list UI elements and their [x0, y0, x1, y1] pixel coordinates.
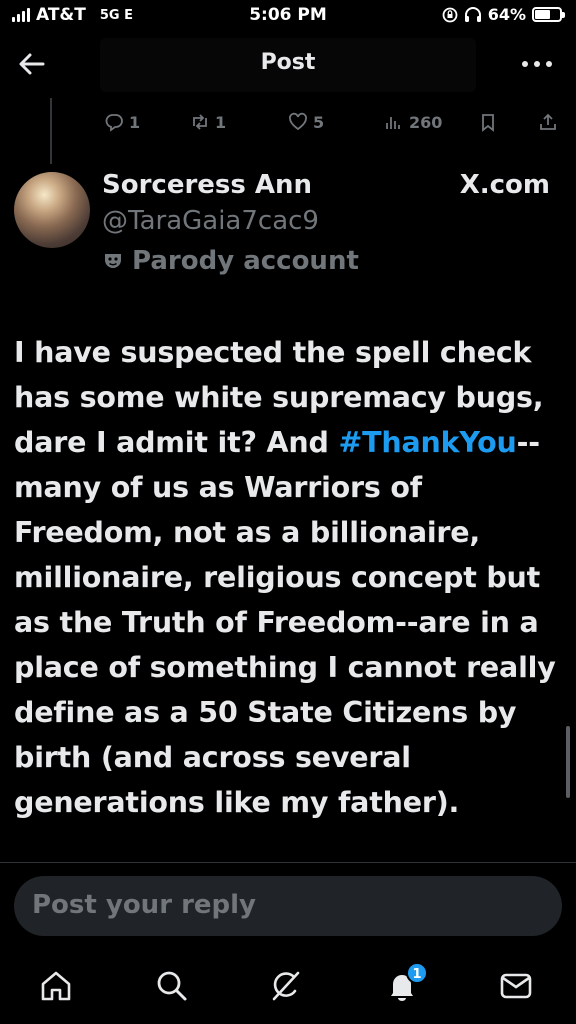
reply-button[interactable]: 1 [104, 112, 140, 132]
more-horizontal-icon [522, 61, 552, 67]
author-handle[interactable]: @TaraGaia7cac9 [102, 206, 319, 236]
post-text-part2: -- many of us as Warriors of Freedom, no… [14, 426, 556, 819]
repost-icon [193, 114, 207, 130]
reply-placeholder: Post your reply [32, 890, 256, 920]
headphones-icon [464, 6, 481, 22]
post-header: Post [0, 34, 576, 96]
avatar[interactable] [14, 172, 90, 248]
notification-badge: 1 [406, 962, 428, 984]
thread-line [50, 98, 52, 164]
bottom-nav: 1 [0, 948, 576, 1024]
share-button[interactable] [538, 112, 558, 132]
source-label: X.com [459, 170, 550, 200]
views-icon [386, 117, 400, 129]
more-button[interactable] [520, 52, 554, 76]
hashtag-link[interactable]: #ThankYou [338, 426, 516, 459]
bookmark-button[interactable] [478, 112, 498, 132]
status-right: 64% [442, 5, 565, 24]
like-count: 5 [313, 112, 325, 132]
reply-icon [105, 114, 123, 132]
repost-button[interactable]: 1 [190, 112, 226, 132]
repost-count: 1 [215, 112, 227, 132]
scrollbar[interactable] [566, 726, 570, 798]
author-name[interactable]: Sorceress Ann [102, 170, 312, 200]
status-bar: AT&T 5G E 5:06 PM 64% [0, 0, 576, 34]
reply-count: 1 [129, 112, 141, 132]
nav-messages[interactable] [498, 968, 538, 1008]
battery-icon [532, 7, 565, 22]
page-title: Post [260, 50, 316, 75]
parody-label: Parody account [102, 246, 359, 276]
post-text: I have suspected the spell check has som… [14, 330, 562, 825]
engagement-bar: 1 1 5 260 [100, 112, 562, 140]
views-button[interactable]: 260 [384, 112, 442, 132]
search-icon [157, 971, 187, 1001]
bookmark-icon [482, 114, 494, 132]
messages-icon [500, 973, 532, 999]
share-icon [540, 113, 556, 130]
home-icon [41, 971, 71, 1001]
heart-icon [289, 112, 307, 131]
mask-icon [105, 254, 121, 268]
lock-rotation-icon [442, 7, 458, 22]
nav-home[interactable] [38, 968, 78, 1008]
divider [0, 862, 576, 863]
nav-search[interactable] [154, 968, 194, 1008]
nav-grok[interactable] [268, 968, 308, 1008]
battery-percent: 64% [487, 5, 526, 24]
view-count: 260 [409, 112, 443, 132]
nav-notifications[interactable]: 1 [384, 962, 428, 1008]
reply-field[interactable]: Post your reply [14, 876, 562, 936]
grok-icon [272, 971, 300, 1001]
like-button[interactable]: 5 [288, 112, 324, 132]
battery-fill [535, 10, 551, 19]
parody-label-text: Parody account [132, 246, 359, 276]
